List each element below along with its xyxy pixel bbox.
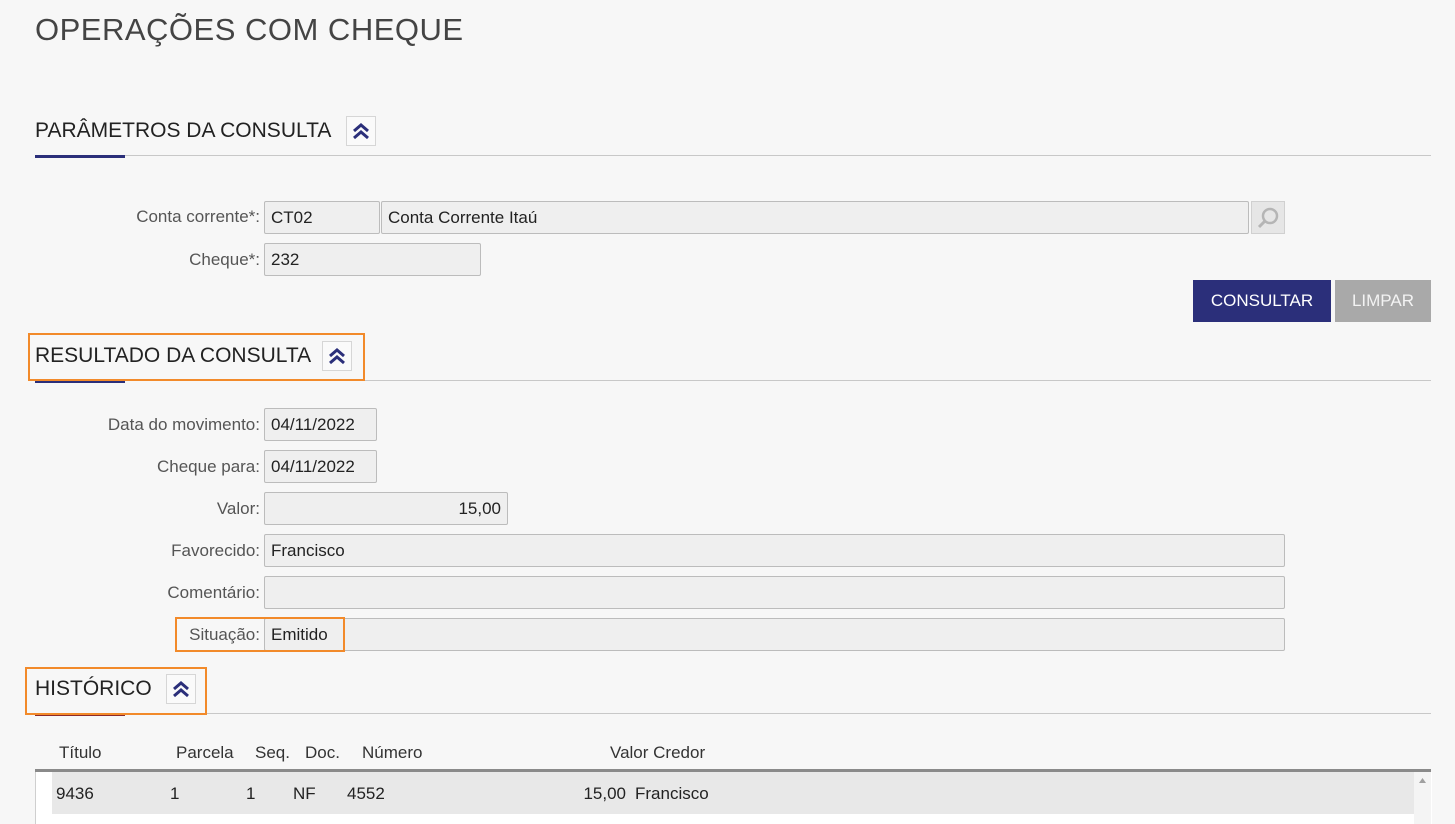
cell-credor: Francisco xyxy=(635,784,709,803)
data-movimento-field: 04/11/2022 xyxy=(264,408,377,441)
comentario-label: Comentário: xyxy=(167,583,260,602)
cell-titulo: 9436 xyxy=(56,784,94,803)
data-movimento-label: Data do movimento: xyxy=(107,415,260,434)
column-header-numero[interactable]: Número xyxy=(362,743,422,763)
cell-valor: 15,00 xyxy=(583,784,626,803)
cheque-field[interactable]: 232 xyxy=(264,243,481,276)
conta-corrente-label: Conta corrente*: xyxy=(136,207,260,226)
conta-search-button[interactable] xyxy=(1251,201,1285,234)
cheque-para-field: 04/11/2022 xyxy=(264,450,377,483)
cell-doc: NF xyxy=(293,784,316,803)
params-section-title: PARÂMETROS DA CONSULTA xyxy=(35,119,332,142)
double-chevron-up-icon xyxy=(173,681,189,698)
conta-corrente-name-field[interactable]: Conta Corrente Itaú xyxy=(381,201,1249,234)
column-header-valor-credor[interactable]: Valor Credor xyxy=(610,743,705,763)
double-chevron-up-icon xyxy=(329,348,345,365)
column-header-doc[interactable]: Doc. xyxy=(305,743,340,763)
result-section-title: RESULTADO DA CONSULTA xyxy=(35,344,312,367)
double-chevron-up-icon xyxy=(353,123,369,140)
page-title: OPERAÇÕES COM CHEQUE xyxy=(35,12,464,47)
result-section-accent xyxy=(35,380,125,383)
situacao-label: Situação: xyxy=(189,625,260,644)
history-section-divider xyxy=(35,713,1431,714)
valor-field: 15,00 xyxy=(264,492,508,525)
cell-numero: 4552 xyxy=(347,784,385,803)
result-section-divider xyxy=(35,380,1431,381)
comentario-field xyxy=(264,576,1285,609)
params-collapse-button[interactable] xyxy=(346,116,376,146)
table-scrollbar[interactable] xyxy=(1414,772,1431,824)
conta-corrente-code-field[interactable]: CT02 xyxy=(264,201,380,234)
cell-seq: 1 xyxy=(246,784,256,803)
favorecido-label: Favorecido: xyxy=(171,541,260,560)
history-section-accent xyxy=(35,713,125,716)
magnifier-icon xyxy=(1257,207,1279,228)
cheque-label: Cheque*: xyxy=(189,250,260,269)
result-collapse-button[interactable] xyxy=(322,341,352,371)
favorecido-field: Francisco xyxy=(264,534,1285,567)
limpar-button[interactable]: LIMPAR xyxy=(1335,280,1431,322)
column-header-titulo[interactable]: Título xyxy=(59,743,102,763)
table-row[interactable]: 9436 1 1 NF 4552 15,00 Francisco xyxy=(52,772,1414,814)
cheque-para-label: Cheque para: xyxy=(156,457,260,476)
consultar-button[interactable]: CONSULTAR xyxy=(1193,280,1331,322)
valor-label: Valor: xyxy=(216,499,260,518)
params-section-divider xyxy=(35,155,1431,156)
history-collapse-button[interactable] xyxy=(166,674,196,704)
situacao-field: Emitido xyxy=(264,618,1285,651)
params-section-accent xyxy=(35,155,125,158)
scroll-up-arrow-icon[interactable] xyxy=(1414,774,1431,788)
cell-parcela: 1 xyxy=(170,784,180,803)
column-header-parcela[interactable]: Parcela xyxy=(176,743,234,763)
history-section-title: HISTÓRICO xyxy=(35,677,152,700)
column-header-seq[interactable]: Seq. xyxy=(255,743,290,763)
